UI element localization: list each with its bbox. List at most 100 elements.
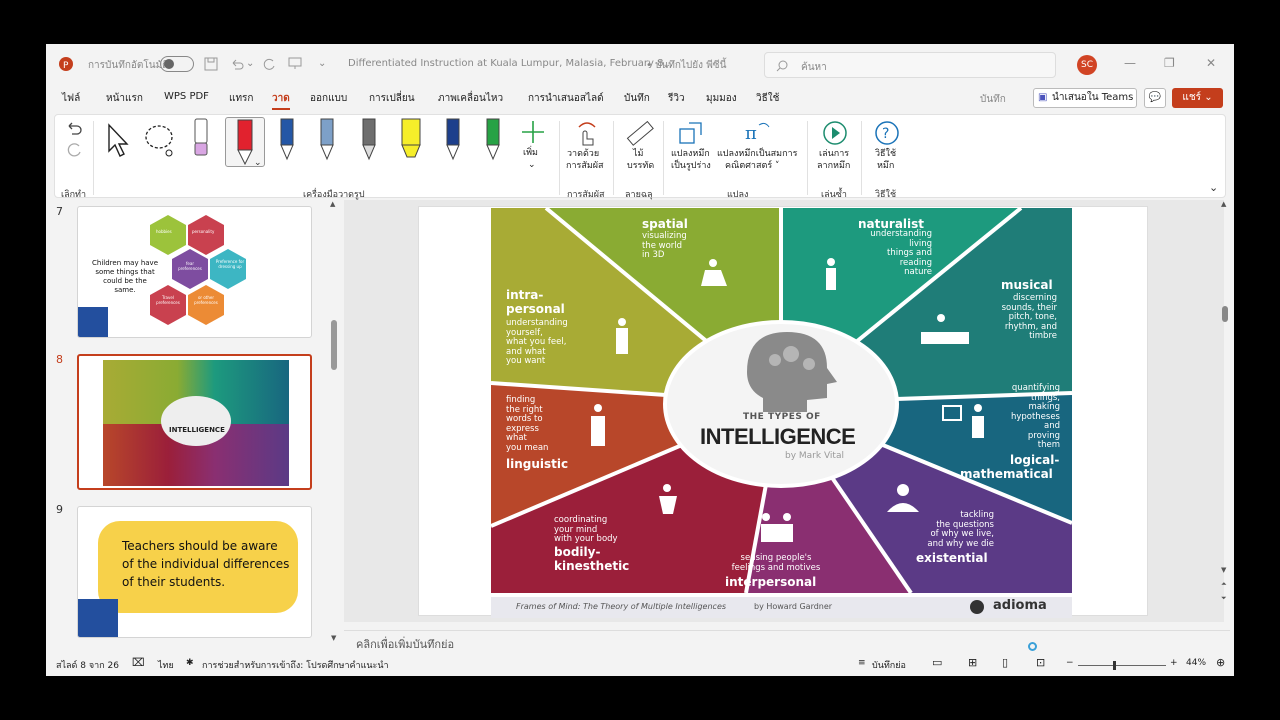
tab-design[interactable]: ออกแบบ [310,91,347,106]
pen-galaxy-icon[interactable] [317,117,337,163]
existential-desc: tackling the questions of why we live, and … [927,510,994,549]
fit-to-window-icon[interactable]: ⊕ [1216,656,1225,669]
tab-home[interactable]: หน้าแรก [106,91,143,106]
svg-text:?: ? [882,126,889,142]
group-replay-label: เล่นซ้ำ [821,190,847,200]
lasso-select-icon[interactable] [143,121,179,161]
editor-scroll-down-icon[interactable]: ▼ [1221,566,1226,574]
powerpoint-app-icon: P [59,57,73,71]
highlighter-yellow-icon[interactable] [399,117,423,163]
editor-scroll-thumb[interactable] [1222,306,1228,322]
eraser-icon[interactable] [191,117,211,161]
slide-9-thumbnail[interactable]: Teachers should be aware of the individu… [77,506,312,638]
thumb-scroll-down-icon[interactable]: ▼ [331,634,336,642]
add-pen-label[interactable]: เพิ่ม [523,147,538,159]
minimize-icon[interactable]: — [1124,56,1136,70]
notes-toggle-icon[interactable]: ≡ [858,658,866,668]
customize-qat-icon[interactable]: ⌄ [318,58,326,69]
pen-darkblue-icon[interactable] [443,117,463,163]
next-slide-icon[interactable]: ⏷ [1221,594,1227,603]
thumbnail-scroll-thumb[interactable] [331,320,337,370]
spatial-heading: spatial [642,217,688,231]
editor-scroll-up-icon[interactable]: ▲ [1221,200,1226,208]
linguistic-heading: linguistic [506,457,569,471]
save-icon[interactable] [204,57,218,71]
editor-scrollbar[interactable]: ▲ ▼ ⏶ ⏷ [1220,200,1230,622]
tab-file[interactable]: ไฟล์ [62,91,80,106]
tab-help[interactable]: วิธีใช้ [756,91,779,106]
tab-transitions[interactable]: การเปลี่ยน [369,91,415,106]
document-title: Differentiated Instruction at Kuala Lump… [348,58,674,69]
svg-text:P: P [63,61,69,71]
tab-wps-pdf[interactable]: WPS PDF [164,91,209,102]
tab-view[interactable]: มุมมอง [706,91,737,106]
present-in-teams-button[interactable]: ▣ นำเสนอใน Teams [1033,88,1137,108]
normal-view-icon[interactable]: ▭ [932,656,942,669]
present-in-teams-label: นำเสนอใน Teams [1052,92,1134,103]
close-icon[interactable]: ✕ [1206,56,1216,70]
zoom-out-icon[interactable]: − [1066,658,1074,668]
present-from-start-icon[interactable] [288,56,302,70]
scroll-up-icon[interactable]: ▲ [330,200,335,208]
autosave-toggle[interactable] [160,56,194,72]
notes-pane[interactable]: คลิกเพื่อเพิ่มบันทึกย่อ [344,630,1230,652]
language-indicator[interactable]: ไทย [158,658,174,672]
zoom-level[interactable]: 44% [1186,658,1206,668]
draw-with-touch-icon[interactable] [573,121,601,147]
redo-ribbon-icon[interactable] [65,141,83,159]
tab-insert[interactable]: แทรก [229,91,253,106]
accessibility-icon[interactable]: ✱ [186,658,194,668]
autosave-label: การบันทึกอัตโนมัติ [88,60,169,71]
notes-placeholder[interactable]: คลิกเพื่อเพิ่มบันทึกย่อ [356,635,454,653]
previous-slide-icon[interactable]: ⏶ [1221,580,1227,589]
record-button[interactable]: บันทึก [980,92,1006,107]
logical-heading-2: mathematical [960,467,1053,481]
pen-green-icon[interactable] [483,117,503,163]
avatar[interactable]: SC [1077,55,1097,75]
share-button[interactable]: แชร์ ⌄ [1172,88,1223,108]
pencil-gray-icon[interactable] [359,117,379,163]
intrapersonal-heading-2: personal [506,302,565,316]
tab-draw[interactable]: วาด [272,91,290,110]
notes-toggle[interactable]: บันทึกย่อ [872,658,906,672]
zoom-in-icon[interactable]: + [1170,658,1178,668]
spellcheck-icon[interactable]: ⌧ [132,656,145,669]
search-input[interactable]: ค้นหา [801,60,827,75]
undo-icon[interactable] [230,57,244,71]
zoom-slider[interactable] [1078,661,1166,670]
select-tool-icon[interactable] [103,123,131,159]
redo-icon[interactable] [262,57,276,71]
intelligence-title: INTELLIGENCE [700,424,856,449]
footer-author: by Howard Gardner [754,602,833,611]
add-pen-icon[interactable] [521,119,545,145]
group-help-label: วิธีใช้ [875,190,897,200]
tab-animations[interactable]: ภาพเคลื่อนไหว [438,91,503,106]
slide-7-thumbnail[interactable]: Children may have some things that could… [77,206,312,338]
comments-button[interactable]: 💬 [1144,88,1166,108]
ink-to-shape-icon[interactable] [677,119,705,147]
add-pen-dropdown-icon[interactable]: ⌄ [528,159,536,171]
tab-review[interactable]: รีวิว [668,91,685,106]
collapse-ribbon-icon[interactable]: ⌄ [1209,181,1218,194]
slide-8-thumbnail-selected[interactable]: INTELLIGENCE [77,354,312,490]
undo-dropdown-icon[interactable]: ⌄ [246,58,254,69]
saved-status[interactable]: • บันทึกไปยัง พีซีนี้ [646,58,726,73]
ink-help-icon[interactable]: ? [873,119,901,147]
ink-replay-icon[interactable] [821,119,849,147]
restore-icon[interactable]: ❐ [1164,56,1175,70]
pen-blue-icon[interactable] [277,117,297,163]
tab-record[interactable]: บันทึก [624,91,650,106]
reading-view-icon[interactable]: ▯ [1002,656,1008,669]
ink-to-math-icon[interactable]: π [743,119,773,147]
zoom-slider-thumb[interactable] [1113,661,1116,670]
slide-sorter-icon[interactable]: ⊞ [968,656,977,669]
accessibility-status[interactable]: การช่วยสำหรับการเข้าถึง: โปรดศึกษาคำแนะน… [202,658,389,672]
thumbnail-scrollbar[interactable]: ▲ [330,200,338,634]
search-box[interactable]: ค้นหา [764,52,1056,78]
undo-ribbon-icon[interactable] [65,119,83,137]
slide-show-icon[interactable]: ⊡ [1036,656,1045,669]
musical-heading: musical [1001,278,1053,292]
tab-slide-show[interactable]: การนำเสนอสไลด์ [528,91,604,106]
pen-red-selected[interactable]: ⌄ [225,117,265,168]
ruler-icon[interactable] [625,119,655,147]
